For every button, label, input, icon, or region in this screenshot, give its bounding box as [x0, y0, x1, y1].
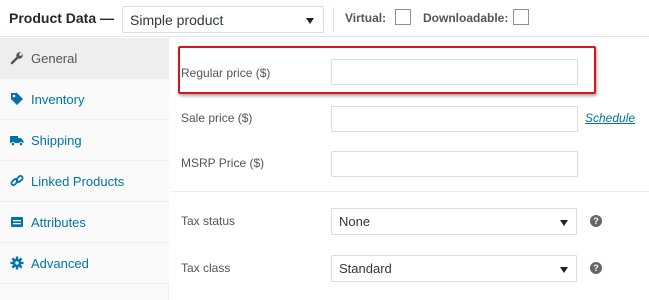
tab-shipping-label: Shipping: [31, 133, 82, 148]
section-divider: [170, 191, 649, 192]
tab-attributes-label: Attributes: [31, 215, 86, 230]
product-data-tabs: General Inventory Shipping Linked Produc…: [0, 38, 169, 300]
chevron-down-icon: [560, 267, 568, 273]
tab-advanced-label: Advanced: [31, 256, 89, 271]
product-type-select[interactable]: Simple product: [122, 6, 324, 33]
product-data-header: Product Data — Simple product Virtual: D…: [0, 0, 649, 37]
regular-price-input[interactable]: [331, 59, 578, 85]
panel-title: Product Data —: [9, 10, 115, 26]
tab-linked-products[interactable]: Linked Products: [0, 161, 169, 202]
downloadable-checkbox[interactable]: [513, 9, 529, 25]
schedule-link[interactable]: Schedule: [585, 111, 635, 125]
truck-icon: [10, 133, 24, 147]
tab-shipping[interactable]: Shipping: [0, 120, 169, 161]
msrp-price-label: MSRP Price ($): [181, 156, 265, 170]
gear-icon: [10, 256, 24, 270]
list-icon: [10, 215, 24, 229]
tax-class-value: Standard: [339, 261, 392, 276]
tax-class-label: Tax class: [181, 261, 231, 275]
tab-attributes[interactable]: Attributes: [0, 202, 169, 243]
sale-price-input[interactable]: [331, 106, 578, 132]
tab-inventory-label: Inventory: [31, 92, 85, 107]
chevron-down-icon: [306, 18, 314, 24]
tax-status-label: Tax status: [181, 214, 236, 228]
tab-advanced[interactable]: Advanced: [0, 243, 169, 284]
general-panel: Regular price ($) Sale price ($) Schedul…: [170, 38, 649, 300]
link-icon: [10, 174, 24, 188]
tab-general[interactable]: General: [0, 38, 169, 79]
chevron-down-icon: [560, 220, 568, 226]
product-data-panel: Product Data — Simple product Virtual: D…: [0, 0, 649, 300]
product-type-value: Simple product: [130, 12, 224, 28]
tax-status-help-icon[interactable]: ?: [590, 215, 602, 227]
virtual-label: Virtual:: [345, 11, 387, 25]
virtual-checkbox[interactable]: [395, 9, 411, 25]
sale-price-label: Sale price ($): [181, 111, 253, 125]
tax-status-select[interactable]: None: [331, 208, 577, 235]
header-divider: [333, 7, 334, 32]
tax-status-value: None: [339, 214, 371, 229]
tab-general-label: General: [31, 51, 78, 66]
wrench-icon: [10, 51, 24, 65]
tag-icon: [10, 92, 24, 106]
msrp-price-input[interactable]: [331, 151, 578, 177]
tab-linked-products-label: Linked Products: [31, 174, 125, 189]
tax-class-help-icon[interactable]: ?: [590, 262, 602, 274]
tax-class-select[interactable]: Standard: [331, 255, 577, 282]
tab-inventory[interactable]: Inventory: [0, 79, 169, 120]
downloadable-label: Downloadable:: [423, 11, 509, 25]
regular-price-label: Regular price ($): [181, 66, 271, 80]
